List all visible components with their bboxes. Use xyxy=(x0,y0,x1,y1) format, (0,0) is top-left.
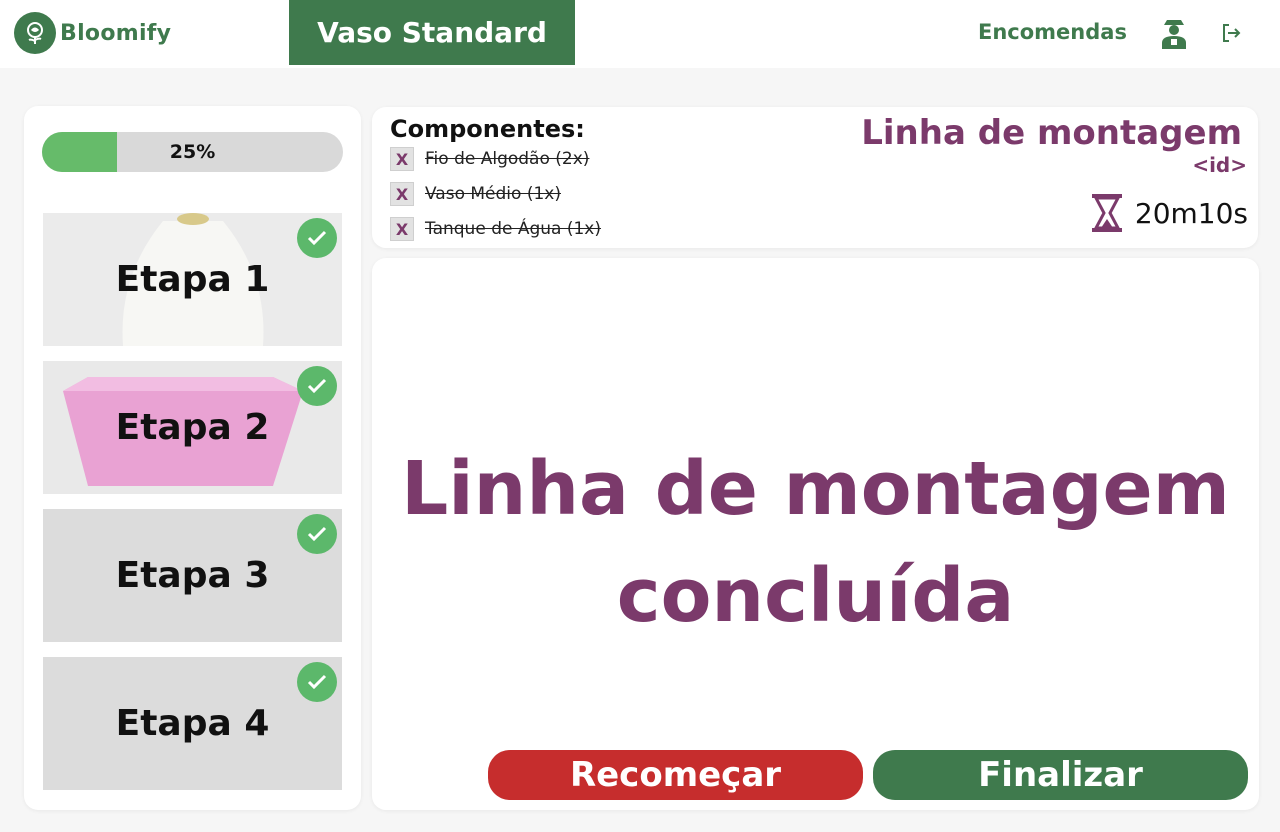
progress-label: 25% xyxy=(169,141,216,163)
component-checkbox[interactable]: X xyxy=(390,217,414,241)
hourglass-icon xyxy=(1091,194,1122,232)
assembly-line-title: Linha de montagem xyxy=(861,113,1242,153)
step-card-3[interactable]: Etapa 3 xyxy=(43,509,342,642)
header: Bloomify Vaso Standard Encomendas xyxy=(0,0,1280,68)
completion-message: Linha de montagem concluída xyxy=(372,436,1259,650)
check-icon xyxy=(297,662,337,702)
component-item: X Tanque de Água (1x) xyxy=(390,217,601,241)
brand-name: Bloomify xyxy=(60,20,172,46)
logout-icon[interactable] xyxy=(1220,22,1242,44)
progress-bar: 25% xyxy=(42,132,343,172)
completion-message-line1: Linha de montagem xyxy=(401,446,1230,532)
timer-value: 20m10s xyxy=(1134,196,1248,230)
check-icon xyxy=(297,218,337,258)
step-card-1[interactable]: Etapa 1 xyxy=(43,213,342,346)
component-checkbox[interactable]: X xyxy=(390,182,414,206)
component-checkbox[interactable]: X xyxy=(390,147,414,171)
component-item: X Fio de Algodão (2x) xyxy=(390,147,589,171)
finish-button[interactable]: Finalizar xyxy=(873,750,1248,800)
completion-message-line2: concluída xyxy=(616,553,1015,639)
components-title: Componentes: xyxy=(390,115,585,143)
step-card-4[interactable]: Etapa 4 xyxy=(43,657,342,790)
components-card: Componentes: X Fio de Algodão (2x) X Vas… xyxy=(372,107,1258,248)
brand[interactable]: Bloomify xyxy=(14,12,171,54)
assembly-line-id: <id> xyxy=(1192,153,1247,177)
user-icon[interactable] xyxy=(1156,15,1192,51)
component-text: Fio de Algodão (2x) xyxy=(425,149,590,169)
step-card-2[interactable]: Etapa 2 xyxy=(43,361,342,494)
rose-icon xyxy=(14,12,56,54)
restart-button[interactable]: Recomeçar xyxy=(488,750,863,800)
component-text: Vaso Médio (1x) xyxy=(425,184,561,204)
check-icon xyxy=(297,366,337,406)
check-icon xyxy=(297,514,337,554)
main-panel: Linha de montagem concluída Recomeçar Fi… xyxy=(372,258,1259,810)
component-item: X Vaso Médio (1x) xyxy=(390,182,561,206)
timer: 20m10s xyxy=(1091,193,1248,233)
steps-panel: 25% Etapa 1 Etapa 2 Etapa 3 Etapa 4 xyxy=(24,106,361,810)
nav-orders-link[interactable]: Encomendas xyxy=(978,20,1127,44)
component-text: Tanque de Água (1x) xyxy=(425,219,602,239)
product-title: Vaso Standard xyxy=(289,0,575,65)
